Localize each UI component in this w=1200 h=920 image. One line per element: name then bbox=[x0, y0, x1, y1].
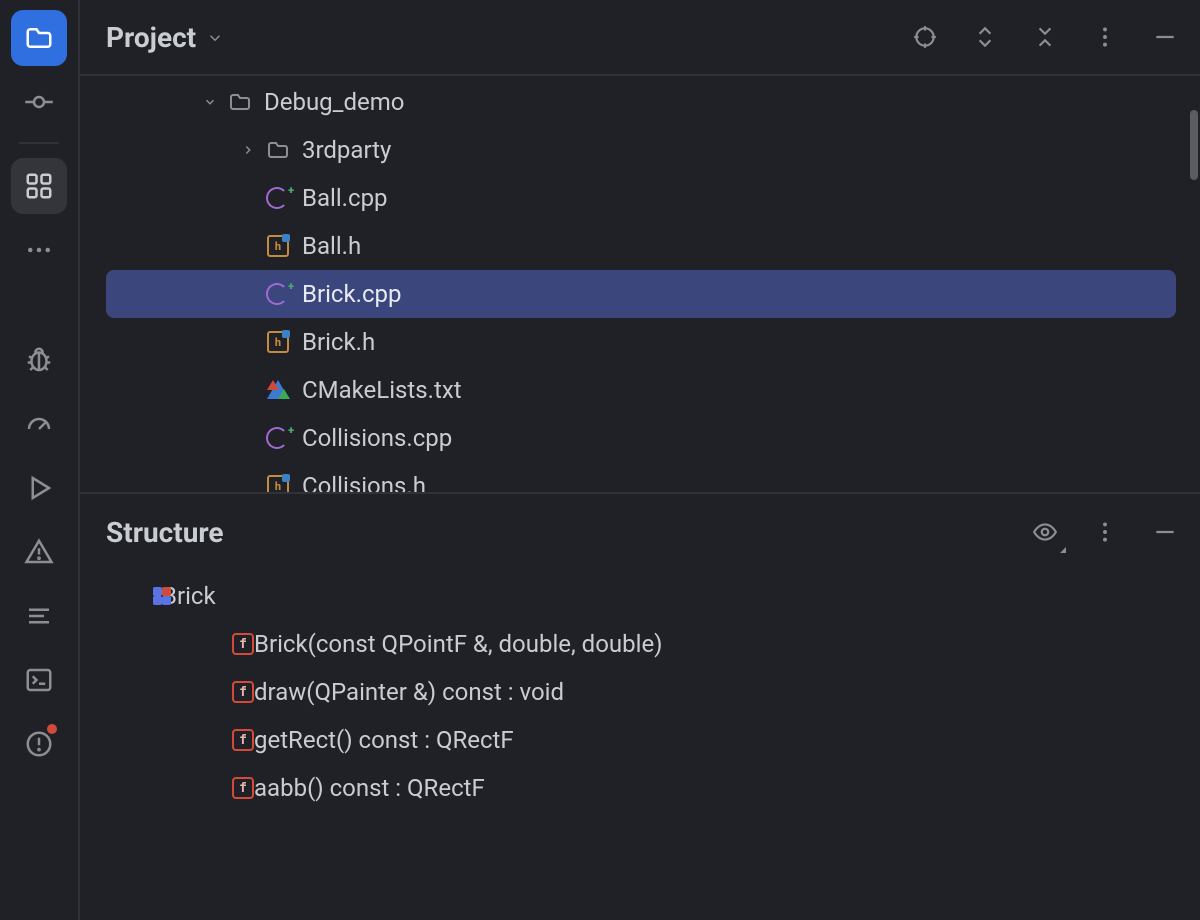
tree-item-label: CMakeLists.txt bbox=[302, 376, 462, 404]
hide-panel-icon[interactable] bbox=[1148, 20, 1182, 54]
function-icon: f bbox=[232, 777, 254, 799]
header-file-icon: h bbox=[264, 472, 292, 492]
project-panel-header: Project bbox=[80, 0, 1200, 76]
panel-options-icon[interactable] bbox=[1088, 515, 1122, 549]
structure-member[interactable]: fBrick(const QPointF &, double, double) bbox=[80, 620, 1176, 668]
folder-icon bbox=[226, 88, 254, 116]
more-tools-icon[interactable] bbox=[11, 222, 67, 278]
tree-folder[interactable]: 3rdparty bbox=[80, 126, 1176, 174]
structure-panel-title: Structure bbox=[106, 516, 224, 549]
tree-item-label: Debug_demo bbox=[264, 88, 404, 116]
structure-tree[interactable]: BrickfBrick(const QPointF &, double, dou… bbox=[80, 570, 1200, 920]
project-tree[interactable]: Debug_demo 3rdparty + Ball.cpp h Ball.h + Brick… bbox=[80, 76, 1200, 492]
todo-tool-icon[interactable] bbox=[11, 588, 67, 644]
hide-panel-icon[interactable] bbox=[1148, 515, 1182, 549]
cpp-file-icon: + bbox=[264, 424, 292, 452]
structure-item-label: getRect() const : QRectF bbox=[254, 726, 514, 754]
expand-all-icon[interactable] bbox=[968, 20, 1002, 54]
structure-member[interactable]: fdraw(QPainter &) const : void bbox=[80, 668, 1176, 716]
tree-file[interactable]: h Collisions.h bbox=[80, 462, 1176, 492]
project-panel-title[interactable]: Project bbox=[106, 21, 224, 54]
tree-item-label: Collisions.cpp bbox=[302, 424, 452, 452]
tree-item-label: Brick.h bbox=[302, 328, 375, 356]
chevron-right-icon[interactable] bbox=[238, 143, 258, 157]
function-icon: f bbox=[232, 633, 254, 655]
chevron-down-icon[interactable] bbox=[200, 95, 220, 109]
structure-panel-header: Structure bbox=[80, 494, 1200, 570]
tree-folder[interactable]: Debug_demo bbox=[80, 78, 1176, 126]
cpp-file-icon: + bbox=[264, 184, 292, 212]
cmake-file-icon bbox=[264, 376, 292, 404]
panel-title-label: Structure bbox=[106, 516, 224, 549]
tree-item-label: Collisions.h bbox=[302, 472, 426, 492]
cpp-file-icon: + bbox=[264, 280, 292, 308]
structure-tool-icon[interactable] bbox=[11, 158, 67, 214]
problems-tool-icon[interactable] bbox=[11, 716, 67, 772]
panel-options-icon[interactable] bbox=[1088, 20, 1122, 54]
structure-item-label: Brick(const QPointF &, double, double) bbox=[254, 630, 663, 658]
profiler-tool-icon[interactable] bbox=[11, 396, 67, 452]
structure-item-label: aabb() const : QRectF bbox=[254, 774, 485, 802]
debug-tool-icon[interactable] bbox=[11, 332, 67, 388]
chevron-down-icon bbox=[206, 21, 224, 54]
tree-file[interactable]: + Brick.cpp bbox=[106, 270, 1176, 318]
function-icon: f bbox=[232, 729, 254, 751]
view-options-icon[interactable] bbox=[1028, 515, 1062, 549]
scrollbar-thumb[interactable] bbox=[1190, 110, 1198, 180]
locate-file-icon[interactable] bbox=[908, 20, 942, 54]
tree-file[interactable]: CMakeLists.txt bbox=[80, 366, 1176, 414]
terminal-tool-icon[interactable] bbox=[11, 652, 67, 708]
tree-file[interactable]: + Collisions.cpp bbox=[80, 414, 1176, 462]
tree-item-label: Ball.h bbox=[302, 232, 361, 260]
structure-member[interactable]: faabb() const : QRectF bbox=[80, 764, 1176, 812]
tree-file[interactable]: h Ball.h bbox=[80, 222, 1176, 270]
panel-title-label: Project bbox=[106, 21, 196, 54]
commit-tool-icon[interactable] bbox=[11, 74, 67, 130]
tree-item-label: Ball.cpp bbox=[302, 184, 388, 212]
tree-item-label: 3rdparty bbox=[302, 136, 391, 164]
activity-bar bbox=[0, 0, 80, 920]
structure-item-label: draw(QPainter &) const : void bbox=[254, 678, 564, 706]
structure-class[interactable]: Brick bbox=[80, 572, 1176, 620]
notification-dot-icon bbox=[47, 724, 57, 734]
header-file-icon: h bbox=[264, 232, 292, 260]
project-tool-icon[interactable] bbox=[11, 10, 67, 66]
header-file-icon: h bbox=[264, 328, 292, 356]
tree-item-label: Brick.cpp bbox=[302, 280, 402, 308]
tree-file[interactable]: h Brick.h bbox=[80, 318, 1176, 366]
collapse-all-icon[interactable] bbox=[1028, 20, 1062, 54]
structure-member[interactable]: fgetRect() const : QRectF bbox=[80, 716, 1176, 764]
run-tool-icon[interactable] bbox=[11, 460, 67, 516]
structure-panel: Structure BrickfBrick(const QPointF &, d… bbox=[80, 494, 1200, 920]
project-panel: Project Debug_demo 3rdparty + Ball.cpp h Ball… bbox=[80, 0, 1200, 494]
messages-tool-icon[interactable] bbox=[11, 524, 67, 580]
separator bbox=[19, 142, 59, 144]
function-icon: f bbox=[232, 681, 254, 703]
folder-icon bbox=[264, 136, 292, 164]
tree-file[interactable]: + Ball.cpp bbox=[80, 174, 1176, 222]
